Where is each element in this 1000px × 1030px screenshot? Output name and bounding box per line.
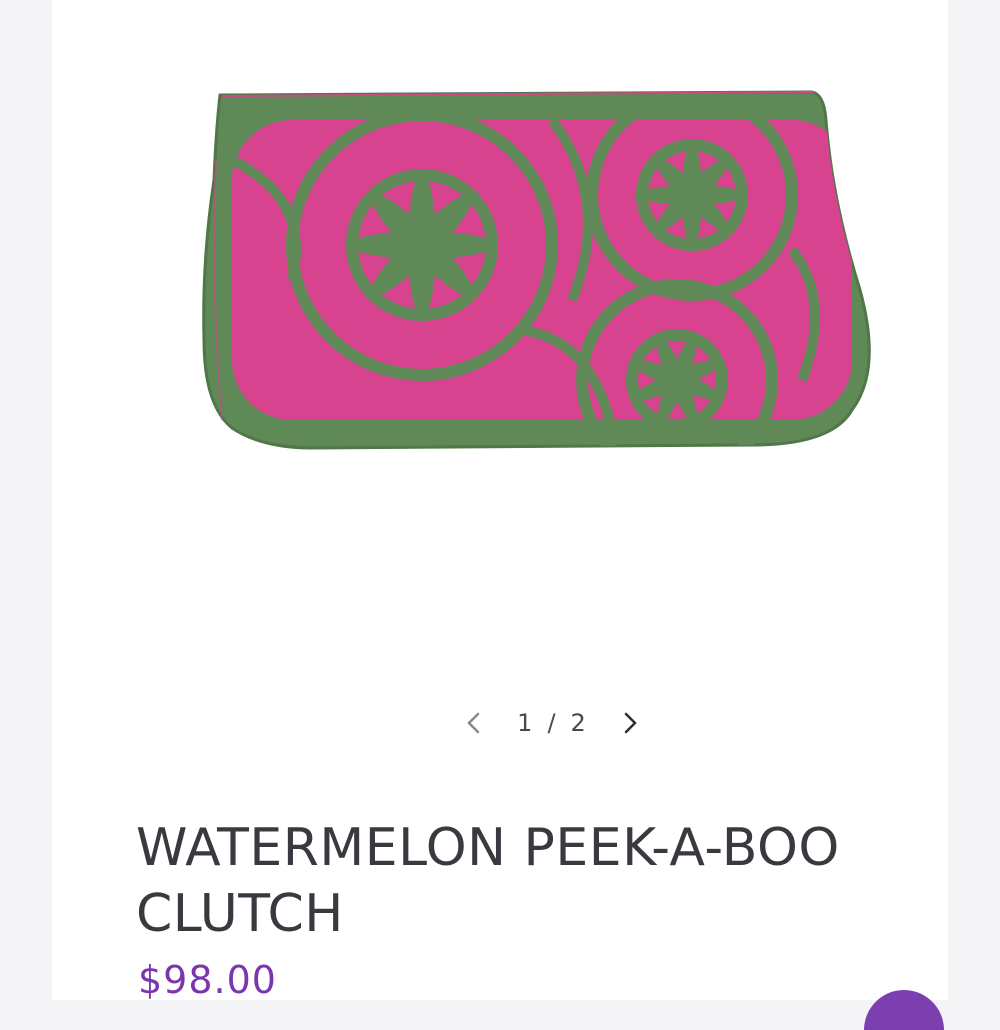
chevron-left-icon[interactable] (457, 706, 491, 740)
chevron-right-icon[interactable] (613, 706, 647, 740)
chat-button[interactable] (864, 990, 944, 1030)
product-price: $98.00 (138, 958, 277, 1002)
clutch-illustration (202, 90, 871, 450)
product-title: WATERMELON PEEK-A-BOO CLUTCH (136, 818, 840, 944)
pager-separator: / (547, 709, 557, 737)
pager-current: 1 (517, 709, 534, 737)
pager-counter: 1 / 2 (517, 709, 587, 737)
product-page: 1 / 2 WATERMELON PEEK-A-BOO CLUTCH $98.0… (52, 0, 948, 1030)
pager-total: 2 (570, 709, 587, 737)
image-pager: 1 / 2 (457, 700, 647, 746)
product-image[interactable] (192, 80, 892, 470)
